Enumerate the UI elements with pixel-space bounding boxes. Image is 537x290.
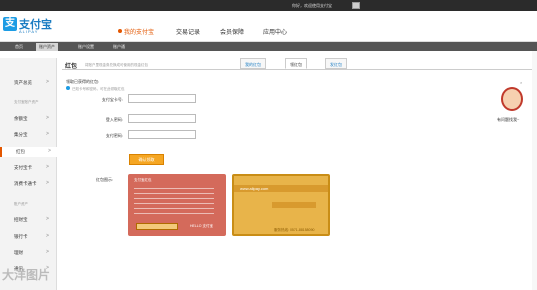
sidebar-item-label: 集分宝 [14, 132, 28, 137]
login-password-label: 登入密码: [105, 117, 123, 122]
sidebar-item-label: 消费卡通卡 [14, 181, 37, 186]
alipay-logo[interactable]: 支 支付宝 ALIPAY [3, 16, 53, 38]
card-brand: HELLO 支付宝 [190, 224, 213, 228]
scrollbar[interactable] [532, 51, 537, 290]
card-scratch-area [272, 202, 316, 208]
chevron-right-icon: > [46, 216, 49, 222]
card-code-area [136, 223, 178, 230]
login-password-input[interactable] [128, 114, 196, 123]
chevron-right-icon: > [46, 115, 49, 121]
sidebar-item-label: 理财 [14, 250, 23, 255]
tab-label: 发红包 [330, 62, 342, 67]
card-number-label: 支付宝卡号: [101, 97, 123, 102]
card-front-lines [134, 188, 214, 218]
sidebar-item-label: 资产总览 [14, 80, 32, 85]
subnav-settings[interactable]: 账户设置 [78, 44, 94, 50]
tab-label: 我的红包 [245, 62, 261, 67]
header: 支 支付宝 ALIPAY 我的支付宝 交易记录 会员保障 应用中心 [0, 11, 537, 42]
active-dot-icon [118, 29, 122, 33]
nav-apps[interactable]: 应用中心 [263, 27, 287, 36]
divider [62, 69, 532, 70]
subnav-home[interactable]: 首页 [15, 44, 23, 50]
sidebar-item-label: 红包 [16, 149, 25, 154]
card-front-title: 支付宝红包 [134, 178, 152, 182]
sidebar-section-assets: 账户资产 [0, 200, 57, 210]
sidebar-item-label: 银行卡 [14, 234, 28, 239]
info-icon [66, 86, 70, 90]
chevron-right-icon: > [46, 249, 49, 255]
subnav-assets[interactable]: 账户资产 [36, 43, 58, 51]
sidebar-item-redpacket[interactable]: 红包 > [0, 147, 57, 157]
sidebar-item-label: 余额宝 [14, 116, 28, 121]
sidebar-item-label: 招财宝 [14, 217, 28, 222]
page-description: 将账户里现金券兑换成可使用的现金红包 [85, 63, 148, 67]
tab-claim-redpacket[interactable]: 领红包 [285, 58, 307, 69]
sidebar-item-consume-card[interactable]: 消费卡通卡 > [0, 179, 57, 189]
form-subhint: 已知卡号和密码，可在此领取红包 [66, 86, 125, 92]
sidebar-item-zhaocai[interactable]: 招财宝 > [0, 215, 57, 225]
message-icon[interactable] [352, 2, 360, 9]
form-hint: 领取已获得的红包: [66, 79, 100, 84]
sidebar-item-card[interactable]: 支付宝卡 > [0, 163, 57, 173]
sample-label: 红包图示: [96, 177, 114, 182]
watermark: 大洋图片 [2, 268, 51, 282]
alipay-logo-icon: 支 [3, 17, 17, 31]
nav-transactions[interactable]: 交易记录 [176, 27, 200, 36]
chevron-right-icon: > [48, 148, 51, 154]
tab-my-redpacket[interactable]: 我的红包 [240, 58, 266, 69]
confirm-claim-button[interactable]: 确认领取 [129, 154, 164, 165]
subnav-account[interactable]: 账户通 [113, 44, 125, 50]
pay-password-input[interactable] [128, 130, 196, 139]
redpacket-card-back: www.alipay.com 服务热线: 0571-88158090 [232, 174, 330, 236]
card-number-input[interactable] [128, 94, 196, 103]
sidebar-item-points[interactable]: 集分宝 > [0, 130, 57, 140]
help-label[interactable]: 有问题找我~ [497, 117, 519, 123]
chevron-right-icon: > [46, 233, 49, 239]
nav-my-alipay[interactable]: 我的支付宝 [124, 27, 154, 36]
logo-en-text: ALIPAY [19, 29, 39, 34]
top-bar: 你好，欢迎使用支付宝 [0, 0, 537, 11]
chevron-right-icon: > [46, 79, 49, 85]
sidebar-item-overview[interactable]: 资产总览 > [0, 78, 57, 88]
chevron-right-icon: > [46, 164, 49, 170]
sub-nav: 首页 账户资产 账户设置 账户通 [0, 42, 537, 51]
card-url: www.alipay.com [240, 186, 269, 191]
redpacket-card-front: 支付宝红包 HELLO 支付宝 [128, 174, 226, 236]
tab-send-redpacket[interactable]: 发红包 [325, 58, 347, 69]
sidebar-item-yuebao[interactable]: 余额宝 > [0, 114, 57, 124]
sidebar-item-bankcard[interactable]: 银行卡 > [0, 232, 57, 242]
nav-member[interactable]: 会员保障 [220, 27, 244, 36]
sidebar: 资产总览 > 支付宝账户资产 余额宝 > 集分宝 > 红包 > 支付宝卡 > 消费卡通卡 >… [0, 58, 57, 290]
card-phone: 服务热线: 0571-88158090 [274, 228, 315, 232]
sidebar-item-label: 支付宝卡 [14, 165, 32, 170]
tab-label: 领红包 [290, 62, 302, 67]
pay-password-label: 支付密码: [105, 133, 123, 138]
sidebar-section-label: 支付宝账户资产 [14, 100, 39, 104]
sidebar-section-label: 账户资产 [14, 202, 28, 206]
form-subhint-text: 已知卡号和密码，可在此领取红包 [72, 87, 125, 91]
sidebar-section-alipay: 支付宝账户资产 [0, 98, 57, 108]
chevron-right-icon: > [46, 180, 49, 186]
chevron-right-icon: > [46, 131, 49, 137]
help-avatar-icon[interactable] [501, 87, 523, 111]
greeting-text: 你好，欢迎使用支付宝 [292, 3, 332, 8]
sidebar-item-finance[interactable]: 理财 > [0, 248, 57, 258]
close-icon[interactable]: × [520, 80, 522, 85]
